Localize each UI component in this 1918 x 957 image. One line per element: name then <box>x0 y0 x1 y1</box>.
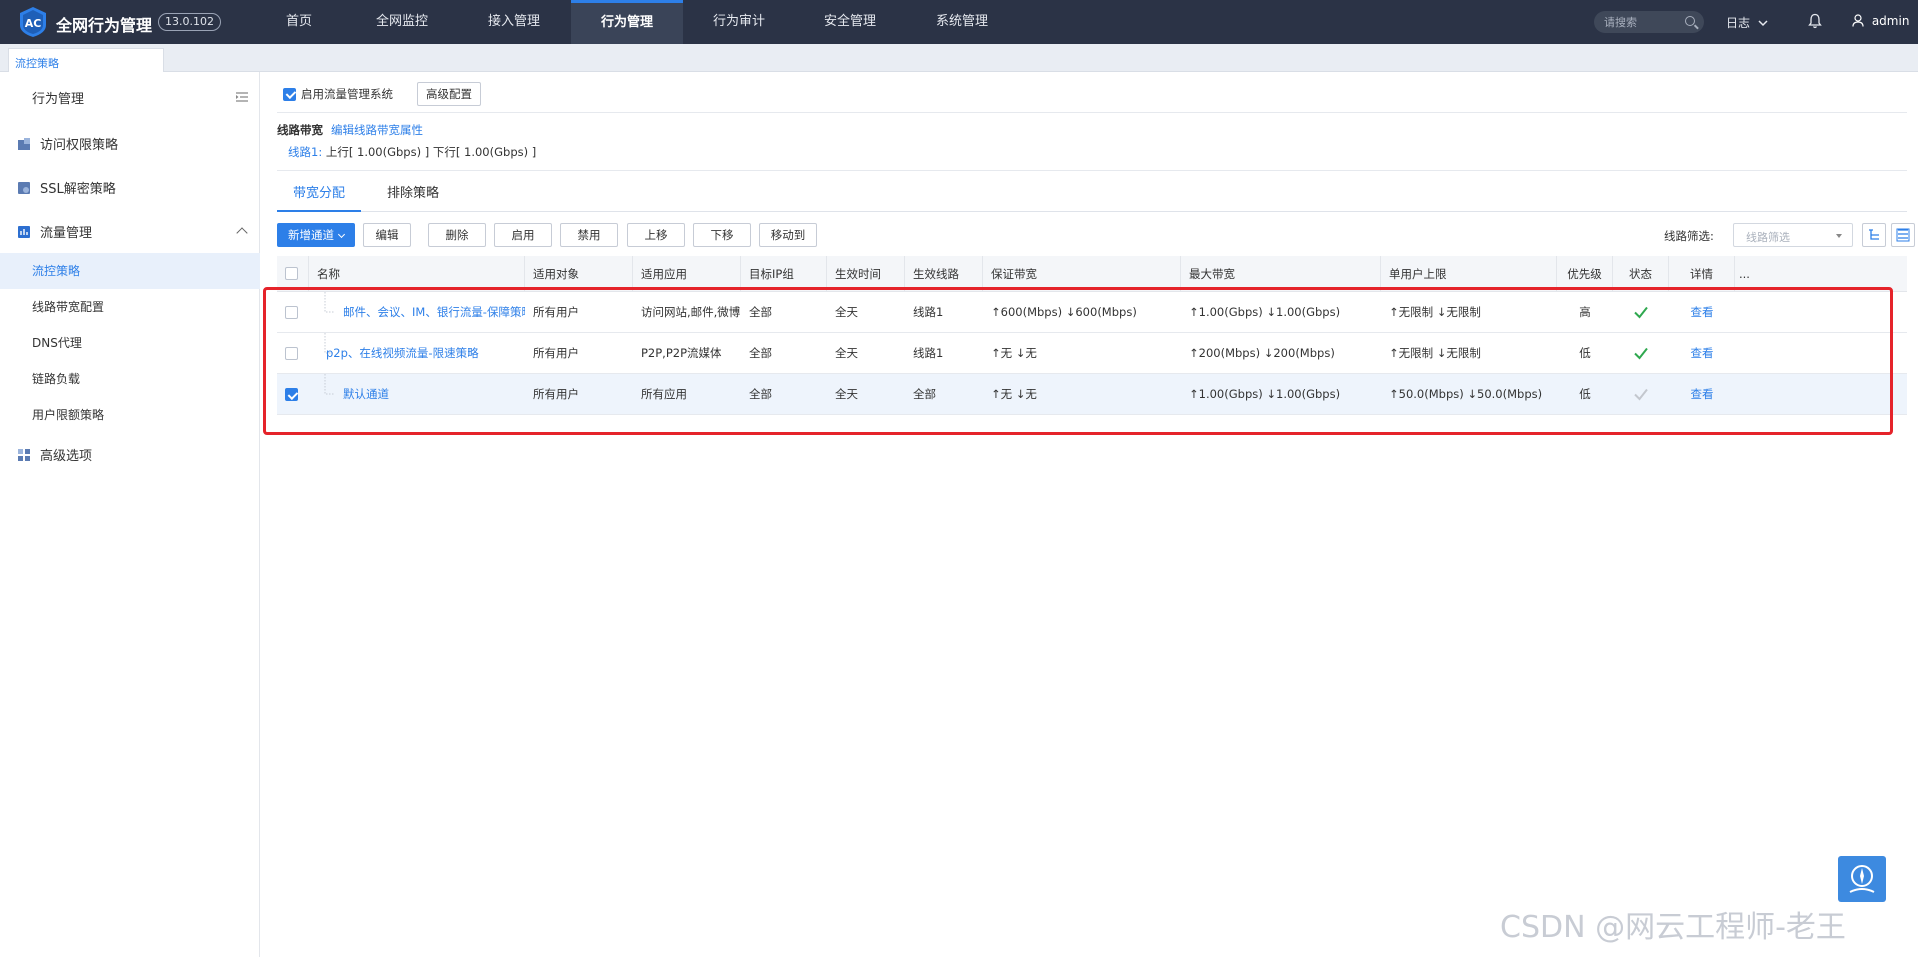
watermark: CSDN @网云工程师-老王 <box>1500 910 1846 945</box>
tab-bandwidth-allocation[interactable]: 带宽分配 <box>277 178 362 212</box>
tree-view-icon <box>1869 229 1879 240</box>
edit-line-bandwidth-link[interactable]: 编辑线路带宽属性 <box>331 122 423 138</box>
log-label: 日志 <box>1726 16 1751 30</box>
add-channel-label: 新增通道 <box>288 228 334 242</box>
advanced-config-button[interactable]: 高级配置 <box>417 82 481 106</box>
sidebar: 行为管理 访问权限策略 SSL解密策略 流量管理 流控策略 线路带宽配置 DNS… <box>0 72 260 957</box>
chevron-down-icon <box>1758 20 1768 27</box>
delete-button[interactable]: 删除 <box>428 223 486 247</box>
sidebar-item-label: 访问权限策略 <box>40 138 119 153</box>
nav-network-monitor[interactable]: 全网监控 <box>362 0 442 44</box>
divider <box>277 112 1907 113</box>
move-down-button[interactable]: 下移 <box>693 223 751 247</box>
top-navbar: AC 全网行为管理 13.0.102 首页 全网监控 接入管理 行为管理 行为审… <box>0 0 1918 44</box>
edit-button[interactable]: 编辑 <box>363 223 411 247</box>
list-view-icon <box>1896 228 1910 242</box>
caret-down-icon <box>337 230 346 239</box>
policy-tabs: 带宽分配 排除策略 <box>277 178 1907 212</box>
toolbar: 新增通道 编辑 删除 启用 禁用 上移 下移 移动到 线路筛选: 线路筛选 <box>277 223 1915 247</box>
ssl-icon <box>18 182 30 194</box>
line-filter-select[interactable]: 线路筛选 <box>1733 223 1853 247</box>
tab-exclusion-policy[interactable]: 排除策略 <box>371 178 455 212</box>
nav-behavior-audit[interactable]: 行为审计 <box>697 0 781 44</box>
collapse-menu-icon[interactable] <box>236 92 248 102</box>
username: admin <box>1871 14 1910 28</box>
enable-button[interactable]: 启用 <box>494 223 552 247</box>
sidebar-title: 行为管理 <box>32 92 85 107</box>
sidebar-subitem-flow-control[interactable]: 流控策略 <box>0 253 260 289</box>
nav-system-management[interactable]: 系统管理 <box>919 0 1005 44</box>
sidebar-subitem-link-load[interactable]: 链路负载 <box>0 361 260 397</box>
sidebar-subitem-dns-proxy[interactable]: DNS代理 <box>0 325 260 361</box>
ac-logo-icon: AC <box>20 7 46 37</box>
select-all-checkbox[interactable] <box>285 267 298 280</box>
enable-traffic-system[interactable]: 启用流量管理系统 <box>283 82 393 106</box>
line-bandwidth-value: 上行[ 1.00(Gbps) ] 下行[ 1.00(Gbps) ] <box>325 145 537 159</box>
logo-text: AC <box>25 17 42 30</box>
bell-icon[interactable] <box>1808 13 1822 29</box>
sidebar-subitem-user-quota[interactable]: 用户限额策略 <box>0 397 260 433</box>
sidebar-item-label: SSL解密策略 <box>40 182 116 197</box>
global-search <box>1594 11 1704 33</box>
sidebar-subitem-line-bandwidth[interactable]: 线路带宽配置 <box>0 289 260 325</box>
line-filter-placeholder: 线路筛选 <box>1746 231 1790 244</box>
brand-title: 全网行为管理 <box>56 16 153 35</box>
search-input[interactable] <box>1604 14 1674 30</box>
main-content: 启用流量管理系统 高级配置 线路带宽 编辑线路带宽属性 线路1: 上行[ 1.0… <box>261 72 1918 957</box>
sidebar-item-label: 流量管理 <box>40 226 93 241</box>
disable-button[interactable]: 禁用 <box>560 223 618 247</box>
log-dropdown[interactable]: 日志 <box>1726 14 1768 31</box>
page-tab-strip: 流控策略 <box>0 44 1918 72</box>
page-tab-flow-control[interactable]: 流控策略 <box>8 48 164 72</box>
enable-label: 启用流量管理系统 <box>301 87 393 101</box>
nav-access-management[interactable]: 接入管理 <box>473 0 555 44</box>
line-filter-label: 线路筛选: <box>1664 229 1714 243</box>
add-channel-button[interactable]: 新增通道 <box>277 223 355 247</box>
version-badge: 13.0.102 <box>158 13 221 31</box>
list-view-button[interactable] <box>1891 223 1915 247</box>
access-policy-icon <box>18 138 30 150</box>
tree-view-button[interactable] <box>1862 223 1886 247</box>
line-name-link[interactable]: 线路1: <box>288 145 322 159</box>
highlight-box <box>263 287 1893 435</box>
assistant-button[interactable] <box>1838 856 1886 902</box>
line-bandwidth-info: 线路1: 上行[ 1.00(Gbps) ] 下行[ 1.00(Gbps) ] <box>288 144 536 160</box>
nav-behavior-management[interactable]: 行为管理 <box>571 0 683 44</box>
dropdown-arrow-icon <box>1836 234 1842 238</box>
traffic-icon <box>18 226 30 238</box>
advanced-icon <box>18 449 30 461</box>
search-icon[interactable] <box>1685 16 1695 26</box>
chevron-up-icon[interactable] <box>236 227 248 239</box>
user-menu[interactable]: admin <box>1852 14 1909 28</box>
sidebar-item-access-policy[interactable]: 访问权限策略 <box>18 134 118 153</box>
move-up-button[interactable]: 上移 <box>627 223 685 247</box>
move-to-button[interactable]: 移动到 <box>759 223 817 247</box>
assistant-icon <box>1849 865 1875 893</box>
sidebar-item-advanced[interactable]: 高级选项 <box>18 445 92 464</box>
sidebar-item-ssl-decrypt[interactable]: SSL解密策略 <box>18 178 116 197</box>
nav-security-management[interactable]: 安全管理 <box>808 0 892 44</box>
sidebar-item-traffic-management[interactable]: 流量管理 <box>18 222 92 241</box>
line-bandwidth-title: 线路带宽 <box>277 123 323 137</box>
user-icon <box>1852 14 1864 27</box>
enable-checkbox[interactable] <box>283 87 296 101</box>
divider <box>277 170 1907 171</box>
sidebar-item-label: 高级选项 <box>40 449 93 464</box>
nav-home[interactable]: 首页 <box>263 0 335 44</box>
